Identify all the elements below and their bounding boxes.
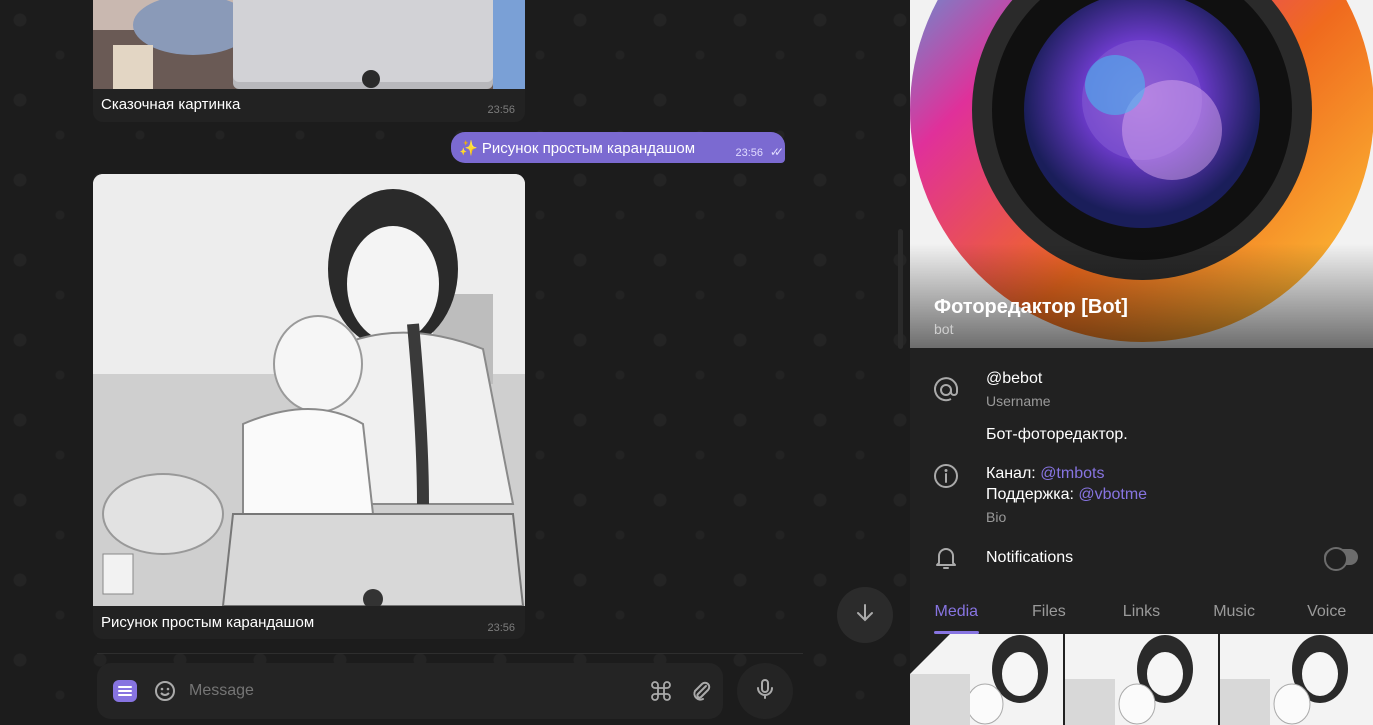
photo-message[interactable]: Сказочная картинка 23:56 [93,0,525,122]
tab-links[interactable]: Links [1095,592,1188,634]
outgoing-message[interactable]: ✨ Рисунок простым карандашом 23:56 ✓✓ [451,132,785,163]
bio-support-prefix: Поддержка: [986,486,1079,503]
media-thumbnail[interactable] [1065,634,1218,725]
arrow-down-icon [853,601,877,630]
command-icon[interactable] [649,679,673,708]
emoji-icon[interactable] [153,679,177,708]
voice-record-button[interactable] [737,663,793,719]
message-input[interactable] [189,679,619,703]
attach-icon[interactable] [689,679,713,708]
message-time: 23:56 [487,622,515,634]
channel-link[interactable]: @tmbots [1040,465,1104,482]
media-thumbnail[interactable] [1220,634,1373,725]
read-check-icon: ✓✓ [769,145,784,159]
message-time: 23:56 [735,147,763,159]
scroll-down-button[interactable] [837,587,893,643]
description-text: Бот-фоторедактор. [986,426,1128,443]
notifications-toggle[interactable] [1324,547,1358,571]
profile-sidebar: Фоторедактор [Bot] bot @bebot Username Б… [910,0,1373,725]
bell-icon [932,544,960,572]
message-photo[interactable] [93,174,525,606]
username-label: Username [986,393,1051,409]
photo-illustration [93,0,525,89]
menu-icon[interactable] [113,680,137,702]
message-photo[interactable] [93,0,525,89]
bio-label: Bio [986,509,1007,525]
message-time: 23:56 [487,104,515,116]
profile-status: bot [934,321,954,337]
message-composer [97,663,723,719]
chat-panel: Сказочная картинка 23:56 ✨ Рисунок прост… [0,0,910,725]
media-thumbnail[interactable] [910,634,1063,725]
media-grid [910,634,1373,725]
profile-name: Фоторедактор [Bot] [934,296,1128,318]
message-caption: Сказочная картинка [101,96,241,113]
profile-avatar[interactable]: Фоторедактор [Bot] bot [910,0,1373,348]
tab-media[interactable]: Media [910,592,1003,634]
mic-icon [753,677,777,706]
tab-voice[interactable]: Voice [1280,592,1373,634]
support-link[interactable]: @vbotme [1078,486,1147,503]
sketch-photo-illustration [93,174,525,606]
message-text: ✨ Рисунок простым карандашом [459,139,696,157]
message-caption: Рисунок простым карандашом [101,614,315,631]
bio-channel-prefix: Канал: [986,465,1041,482]
tab-files[interactable]: Files [1003,592,1096,634]
bio-support: Поддержка: @vbotme [986,486,1147,504]
photo-message[interactable]: Рисунок простым карандашом 23:56 [93,174,525,639]
notifications-label: Notifications [986,549,1074,566]
info-icon [932,462,960,490]
chat-scrollbar[interactable] [898,229,903,349]
bio-channel: Канал: @tmbots [986,465,1104,483]
composer-divider [97,653,803,654]
tab-music[interactable]: Music [1188,592,1281,634]
username-value[interactable]: @bebot [986,370,1042,388]
media-tabs: Media Files Links Music Voice [910,592,1373,634]
at-icon [932,376,960,404]
